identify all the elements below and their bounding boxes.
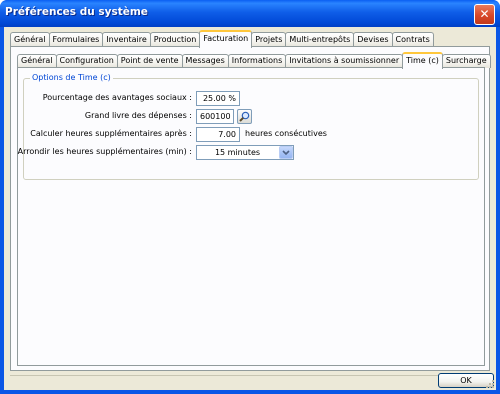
tab-general[interactable]: Général	[10, 32, 50, 47]
gl-expenses-field[interactable]: 600100	[196, 109, 234, 124]
overtime-after-row: Calculer heures supplémentaires après : …	[24, 127, 478, 142]
tab-label: Messages	[185, 56, 225, 65]
subtab-invitations[interactable]: Invitations à soumissionner	[285, 54, 404, 68]
tab-label: Surcharge	[445, 56, 487, 65]
preferences-window: Préférences du système ✕ Général Formula…	[0, 0, 500, 394]
social-benefits-label: Pourcentage des avantages sociaux :	[42, 93, 192, 102]
title-bar[interactable]: Préférences du système ✕	[0, 0, 500, 27]
subtab-general[interactable]: Général	[17, 54, 57, 68]
subtab-surcharge[interactable]: Surcharge	[441, 54, 491, 68]
subtab-point-de-vente[interactable]: Point de vente	[116, 54, 183, 68]
overtime-after-label: Calculer heures supplémentaires après :	[30, 129, 192, 138]
tab-label: Général	[21, 56, 53, 65]
sub-tab-strip: Général Configuration Point de vente Mes…	[17, 52, 491, 69]
gl-expenses-label: Grand livre des dépenses :	[84, 111, 192, 120]
social-benefits-field[interactable]: 25.00 %	[196, 91, 240, 106]
social-benefits-row: Pourcentage des avantages sociaux : 25.0…	[24, 91, 478, 106]
round-overtime-value: 15 minutes	[214, 148, 261, 157]
tab-label: Contrats	[395, 35, 430, 44]
group-title: Options de Time (c)	[30, 73, 113, 82]
tab-devises[interactable]: Devises	[353, 32, 393, 47]
window-title: Préférences du système	[5, 6, 148, 18]
close-icon: ✕	[479, 7, 490, 21]
tab-label: Time (c)	[406, 56, 439, 65]
magnifier-icon	[239, 111, 250, 122]
tab-inventaire[interactable]: Inventaire	[102, 32, 151, 47]
resize-grip-icon[interactable]	[485, 379, 495, 389]
chevron-down-icon	[282, 150, 290, 156]
tab-label: Configuration	[59, 56, 114, 65]
round-overtime-row: Arrondir les heures supplémentaires (min…	[18, 145, 478, 160]
tab-label: Production	[153, 35, 197, 44]
time-options-panel: Options de Time (c) Pourcentage des avan…	[17, 67, 485, 366]
tab-label: Informations	[231, 56, 283, 65]
facturation-panel: Général Configuration Point de vente Mes…	[10, 46, 491, 371]
main-tab-strip: Général Formulaires Inventaire Productio…	[10, 30, 434, 48]
tab-production[interactable]: Production	[149, 32, 201, 47]
tab-formulaires[interactable]: Formulaires	[48, 32, 104, 47]
tab-label: Inventaire	[106, 35, 147, 44]
tab-label: Projets	[255, 35, 283, 44]
tab-projets[interactable]: Projets	[251, 32, 287, 47]
subtab-messages[interactable]: Messages	[181, 54, 229, 68]
tab-label: Devises	[357, 35, 389, 44]
tab-contrats[interactable]: Contrats	[391, 32, 434, 47]
subtab-time[interactable]: Time (c)	[402, 52, 443, 69]
tab-label: Général	[14, 35, 46, 44]
footer-divider	[10, 375, 490, 376]
overtime-unit-label: heures consécutives	[245, 129, 327, 138]
overtime-after-field[interactable]: 7.00	[196, 127, 240, 142]
round-overtime-label: Arrondir les heures supplémentaires (min…	[17, 147, 192, 156]
subtab-informations[interactable]: Informations	[227, 54, 287, 68]
tab-label: Point de vente	[120, 56, 179, 65]
dropdown-button[interactable]	[279, 146, 293, 159]
tab-multi-entrepots[interactable]: Multi-entrepôts	[285, 32, 355, 47]
tab-facturation[interactable]: Facturation	[199, 30, 253, 48]
tab-label: Formulaires	[52, 35, 100, 44]
tab-label: Multi-entrepôts	[289, 35, 351, 44]
dialog-client-area: Général Formulaires Inventaire Productio…	[4, 27, 496, 390]
round-overtime-select[interactable]: 15 minutes	[196, 145, 294, 160]
gl-expenses-row: Grand livre des dépenses : 600100	[24, 109, 478, 124]
gl-lookup-button[interactable]	[237, 109, 252, 124]
subtab-configuration[interactable]: Configuration	[55, 54, 118, 68]
tab-label: Invitations à soumissionner	[289, 56, 400, 65]
close-button[interactable]: ✕	[474, 4, 495, 25]
time-options-group: Options de Time (c) Pourcentage des avan…	[18, 73, 479, 180]
tab-label: Facturation	[203, 34, 249, 43]
